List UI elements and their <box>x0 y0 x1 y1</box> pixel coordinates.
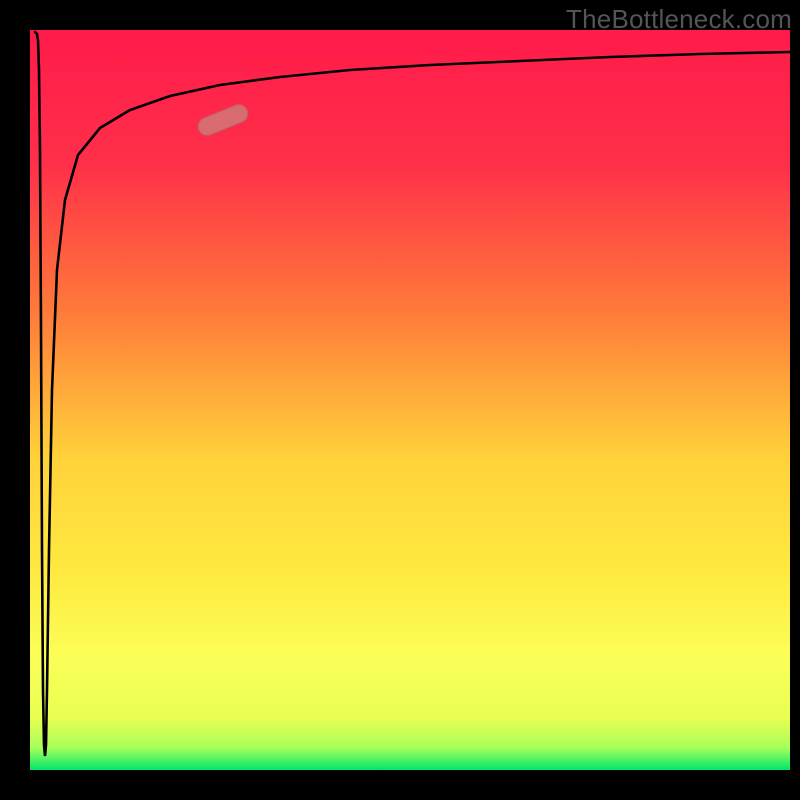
plot-area <box>30 30 790 770</box>
gradient-background <box>30 30 790 770</box>
chart-frame: TheBottleneck.com <box>0 0 800 800</box>
